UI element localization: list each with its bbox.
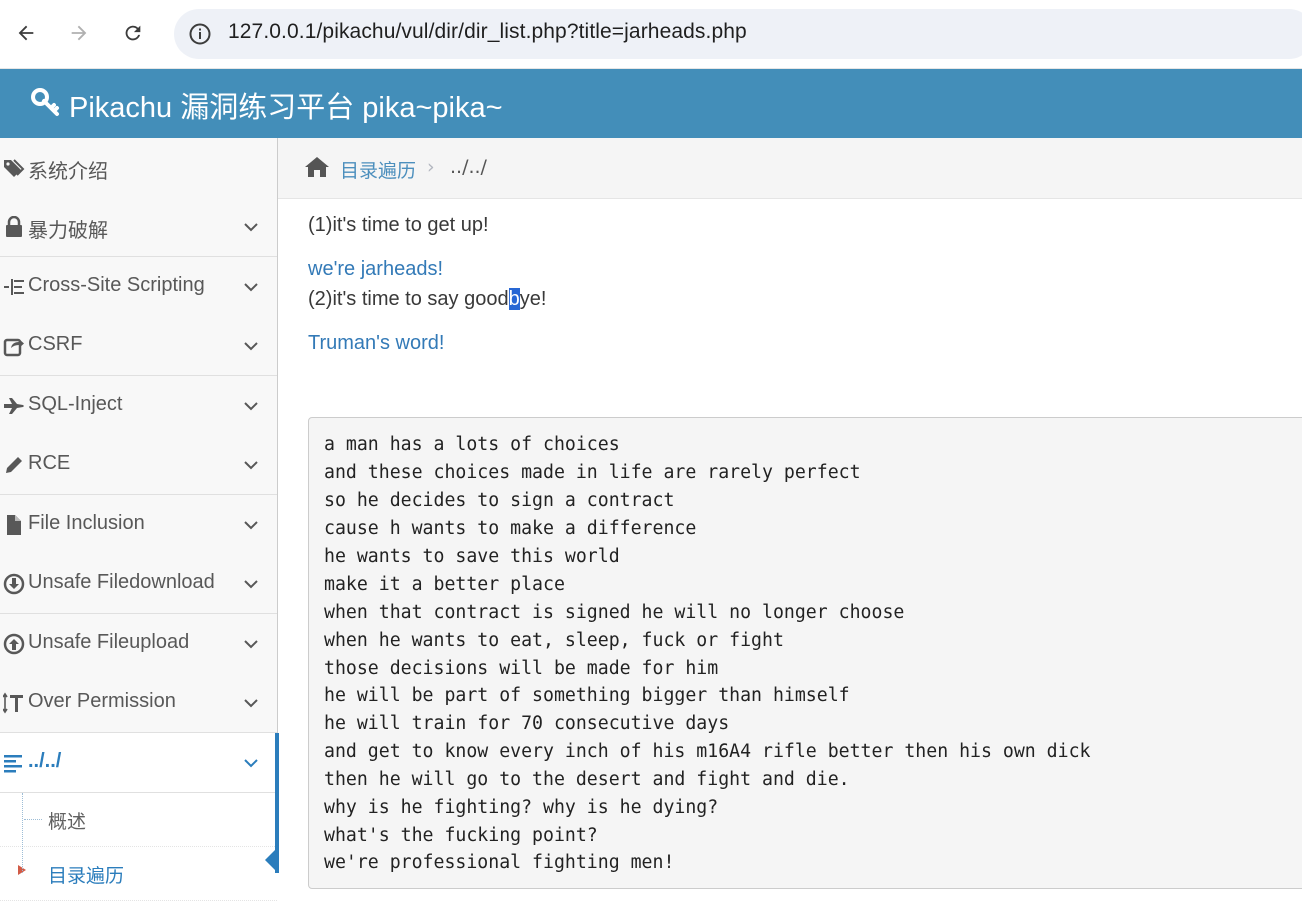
chevron-down-icon xyxy=(244,640,258,649)
sidebar-item-intro[interactable]: 系统介绍 xyxy=(0,138,277,198)
content-line: when he wants to eat, sleep, fuck or fig… xyxy=(324,630,784,651)
sidebar-item-label: 系统介绍 xyxy=(28,161,108,183)
content-line: so he decides to sign a contract xyxy=(324,490,675,511)
url-text[interactable]: 127.0.0.1/pikachu/vul/dir/dir_list.php?t… xyxy=(228,20,747,44)
content-line: when that contract is signed he will no … xyxy=(324,602,905,623)
browser-toolbar: 127.0.0.1/pikachu/vul/dir/dir_list.php?t… xyxy=(0,0,1302,69)
home-icon[interactable] xyxy=(304,155,330,179)
sidebar-item-label: ../../ xyxy=(28,750,62,772)
content-line: why is he fighting? why is he dying? xyxy=(324,797,719,818)
sidebar-item-csrf[interactable]: CSRF xyxy=(0,316,277,376)
align-left-icon xyxy=(4,755,22,773)
content-line: he will train for 70 consecutive days xyxy=(324,713,730,734)
sidebar-item-label: SQL-Inject xyxy=(28,393,123,415)
content-line: make it a better place xyxy=(324,574,565,595)
share-square-icon xyxy=(3,338,24,357)
text-selection: b xyxy=(508,288,520,310)
chevron-down-icon xyxy=(244,283,258,292)
jarheads-link[interactable]: we're jarheads! xyxy=(308,258,443,281)
submenu-tree-connector xyxy=(24,819,42,820)
text-line-2: (2)it's time to say goodbye! xyxy=(308,288,546,311)
key-icon xyxy=(31,88,59,116)
content-line: a man has a lots of choices xyxy=(324,434,620,455)
text-line-2-end: ye! xyxy=(519,288,547,310)
sidebar-item-bruteforce[interactable]: 暴力破解 xyxy=(0,197,277,257)
content-line: and get to know every inch of his m16A4 … xyxy=(324,741,1091,762)
chevron-down-icon xyxy=(244,759,258,768)
chevron-down-icon xyxy=(244,223,258,232)
submenu-item-dir-list[interactable]: 目录遍历 xyxy=(0,847,278,901)
reload-icon xyxy=(125,25,141,41)
forward-button[interactable] xyxy=(63,17,95,49)
sidebar-item-label: File Inclusion xyxy=(28,512,145,534)
sidebar-item-label: RCE xyxy=(28,452,71,474)
submenu-item-overview[interactable]: 概述 xyxy=(0,793,277,847)
content-line: he will be part of something bigger than… xyxy=(324,685,850,706)
active-indicator xyxy=(275,733,279,873)
content-line: and these choices made in life are rarel… xyxy=(324,462,861,483)
lock-icon xyxy=(6,216,22,237)
text-height-icon xyxy=(3,692,23,714)
sidebar-item-label: Unsafe Fileupload xyxy=(28,631,190,653)
file-icon xyxy=(7,515,21,535)
content-line: those decisions will be made for him xyxy=(324,658,719,679)
list-tree-icon xyxy=(4,279,24,295)
submenu-item-label: 概述 xyxy=(48,811,87,833)
content-line: we're professional fighting men! xyxy=(324,852,675,873)
arrow-left-icon xyxy=(18,25,34,41)
sidebar-item-label: Cross-Site Scripting xyxy=(28,274,205,296)
upload-circle-icon xyxy=(3,633,25,655)
truman-link[interactable]: Truman's word! xyxy=(308,332,444,355)
sidebar-item-filedownload[interactable]: Unsafe Filedownload xyxy=(0,554,277,614)
info-icon[interactable] xyxy=(188,22,212,46)
sidebar-item-over-permission[interactable]: Over Permission xyxy=(0,673,277,733)
sidebar-item-label: Over Permission xyxy=(28,690,176,712)
chevron-down-icon xyxy=(244,402,258,411)
submenu-tree-line xyxy=(22,793,23,873)
pencil-icon xyxy=(6,457,22,473)
back-button[interactable] xyxy=(10,17,42,49)
content-line: cause h wants to make a difference xyxy=(324,518,697,539)
sidebar-submenu: 概述 目录遍历 xyxy=(0,793,278,901)
chevron-down-icon xyxy=(244,461,258,470)
breadcrumb-separator: › xyxy=(427,156,435,178)
chevron-down-icon xyxy=(244,580,258,589)
sidebar-item-xss[interactable]: Cross-Site Scripting xyxy=(0,257,277,317)
breadcrumb-current: ../../ xyxy=(450,156,487,178)
fighter-jet-icon xyxy=(4,398,24,414)
app-title[interactable]: Pikachu 漏洞练习平台 pika~pika~ xyxy=(69,84,503,126)
breadcrumb: 目录遍历 › ../../ xyxy=(278,138,1302,199)
download-circle-icon xyxy=(3,573,25,595)
content-line: then he will go to the desert and fight … xyxy=(324,769,850,790)
sidebar-item-fileupload[interactable]: Unsafe Fileupload xyxy=(0,614,277,674)
text-line-1: (1)it's time to get up! xyxy=(308,214,489,236)
sidebar-item-sqli[interactable]: SQL-Inject xyxy=(0,376,277,436)
file-content-box: a man has a lots of choices and these ch… xyxy=(308,417,1302,889)
sidebar-item-dir-traversal[interactable]: ../../ xyxy=(0,733,277,793)
tags-icon xyxy=(4,159,25,177)
chevron-down-icon xyxy=(244,521,258,530)
reload-button[interactable] xyxy=(117,17,149,49)
chevron-down-icon xyxy=(244,699,258,708)
content-line: he wants to save this world xyxy=(324,546,620,567)
sidebar-item-label: 暴力破解 xyxy=(28,220,108,242)
sidebar-item-label: CSRF xyxy=(28,333,83,355)
breadcrumb-link[interactable]: 目录遍历 xyxy=(340,156,416,183)
sidebar-item-label: Unsafe Filedownload xyxy=(28,571,215,593)
content-line: what's the fucking point? xyxy=(324,825,598,846)
submenu-item-label: 目录遍历 xyxy=(48,865,125,887)
sidebar-item-file-inclusion[interactable]: File Inclusion xyxy=(0,495,277,555)
chevron-down-icon xyxy=(244,342,258,351)
address-bar[interactable]: 127.0.0.1/pikachu/vul/dir/dir_list.php?t… xyxy=(174,9,1302,59)
text-line-2-start: (2)it's time to say good xyxy=(308,288,509,310)
sidebar-item-rce[interactable]: RCE xyxy=(0,435,277,495)
arrow-right-icon xyxy=(71,25,87,41)
